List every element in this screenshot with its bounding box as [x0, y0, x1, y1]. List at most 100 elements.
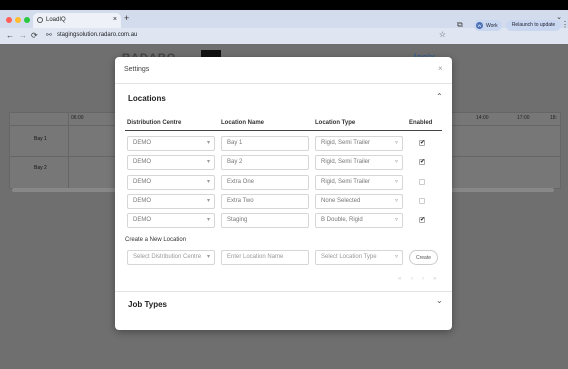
relaunch-button[interactable]: Relaunch to update — [506, 20, 561, 31]
location-name-input[interactable]: Bay 1 — [221, 136, 309, 151]
dropdown-arrow-icon: ▿ — [394, 254, 398, 260]
dropdown-arrow-icon: ▾ — [206, 254, 210, 260]
reload-button[interactable]: ⟳ — [31, 31, 38, 40]
minimize-window-button[interactable] — [15, 17, 21, 23]
select-placeholder: Select Distribution Centre — [133, 254, 202, 260]
dropdown-arrow-icon: ▾ — [206, 159, 210, 165]
back-button[interactable]: ← — [6, 31, 14, 40]
browser-tab[interactable]: LoadIQ × — [33, 13, 121, 28]
dropdown-arrow-icon: ▾ — [206, 179, 210, 185]
time-label: 18: — [550, 115, 557, 121]
next-page-icon[interactable]: › — [422, 276, 424, 282]
enabled-checkbox[interactable] — [419, 179, 425, 185]
profile-avatar: W — [476, 22, 483, 29]
bookmark-star-icon[interactable]: ☆ — [439, 30, 446, 39]
close-tab-icon[interactable]: × — [113, 16, 117, 23]
location-type-select[interactable]: Rigid, Semi Trailer ▿ — [315, 155, 403, 170]
location-type-select[interactable]: Rigid, Semi Trailer ▿ — [315, 175, 403, 190]
settings-modal: Settings × Locations ⌃ Distribution Cent… — [115, 57, 452, 330]
locations-section-title[interactable]: Locations — [128, 94, 166, 103]
divider — [115, 83, 452, 84]
favicon-icon — [37, 17, 43, 23]
new-location-type-select[interactable]: Select Location Type ▿ — [315, 250, 403, 265]
site-info-icon[interactable]: ⚯ — [46, 31, 52, 39]
first-page-icon[interactable]: « — [398, 276, 401, 282]
input-value: Bay 1 — [227, 140, 243, 146]
create-location-label: Create a New Location — [125, 237, 187, 243]
input-value: Extra Two — [227, 198, 254, 204]
dropdown-arrow-icon: ▾ — [206, 217, 210, 223]
dropdown-arrow-icon: ▿ — [394, 198, 398, 204]
select-value: DEMO — [133, 159, 151, 165]
expand-job-types-icon[interactable]: ⌄ — [436, 296, 443, 305]
enabled-checkbox[interactable]: ✔ — [419, 159, 425, 165]
dropdown-arrow-icon: ▿ — [394, 140, 398, 146]
distribution-centre-select[interactable]: DEMO ▾ — [127, 194, 215, 209]
enabled-checkbox[interactable]: ✔ — [419, 140, 425, 146]
time-label: 06:00 — [71, 115, 84, 121]
collapse-locations-icon[interactable]: ⌃ — [436, 92, 443, 101]
previous-page-icon[interactable]: ‹ — [411, 276, 413, 282]
new-distribution-centre-select[interactable]: Select Distribution Centre ▾ — [127, 250, 215, 265]
location-type-select[interactable]: B Double, Rigid ▿ — [315, 213, 403, 228]
input-value: Staging — [227, 217, 248, 223]
browser-menu-icon[interactable]: ⋮ — [561, 20, 568, 29]
maximize-window-button[interactable] — [24, 17, 30, 23]
dropdown-arrow-icon: ▿ — [394, 159, 398, 165]
select-value: B Double, Rigid — [321, 217, 363, 223]
dropdown-arrow-icon: ▿ — [394, 179, 398, 185]
distribution-centre-select[interactable]: DEMO ▾ — [127, 213, 215, 228]
distribution-centre-select[interactable]: DEMO ▾ — [127, 136, 215, 151]
grid-column-line — [68, 113, 69, 188]
dropdown-arrow-icon: ▾ — [206, 140, 210, 146]
enabled-checkbox[interactable]: ✔ — [419, 217, 425, 223]
input-value: Extra One — [227, 179, 255, 185]
url-text[interactable]: stagingsolution.radaro.com.au — [57, 32, 137, 38]
distribution-centre-select[interactable]: DEMO ▾ — [127, 175, 215, 190]
create-location-button[interactable]: Create — [409, 250, 438, 265]
divider — [115, 291, 452, 292]
new-tab-button[interactable]: + — [124, 13, 129, 23]
select-value: DEMO — [133, 179, 151, 185]
time-label: 14:00 — [476, 115, 489, 121]
select-value: DEMO — [133, 198, 151, 204]
select-value: None Selected — [321, 198, 361, 204]
column-header: Location Type — [315, 120, 356, 126]
column-header: Distribution Centre — [127, 120, 182, 126]
location-name-input[interactable]: Bay 2 — [221, 155, 309, 170]
dropdown-arrow-icon: ▾ — [206, 198, 210, 204]
extensions-icon[interactable]: ⧉ — [457, 20, 463, 30]
input-placeholder: Enter Location Name — [227, 254, 284, 260]
enabled-checkbox[interactable] — [419, 198, 425, 204]
column-header: Location Name — [221, 120, 265, 126]
bay-row-label: Bay 1 — [34, 136, 47, 142]
header-underline — [125, 130, 442, 131]
time-label: 17:00 — [517, 115, 530, 121]
select-value: Rigid, Semi Trailer — [321, 140, 371, 146]
modal-title: Settings — [124, 66, 150, 73]
location-type-select[interactable]: Rigid, Semi Trailer ▿ — [315, 136, 403, 151]
location-name-input[interactable]: Extra One — [221, 175, 309, 190]
location-name-input[interactable]: Extra Two — [221, 194, 309, 209]
column-header: Enabled — [409, 120, 433, 126]
select-value: DEMO — [133, 217, 151, 223]
tab-title: LoadIQ — [46, 17, 66, 23]
select-value: Rigid, Semi Trailer — [321, 159, 371, 165]
new-location-name-input[interactable]: Enter Location Name — [221, 250, 309, 265]
profile-label: Work — [486, 23, 498, 29]
close-window-button[interactable] — [6, 17, 12, 23]
dropdown-arrow-icon: ▿ — [394, 217, 398, 223]
forward-button[interactable]: → — [19, 31, 27, 40]
distribution-centre-select[interactable]: DEMO ▾ — [127, 155, 215, 170]
location-name-input[interactable]: Staging — [221, 213, 309, 228]
bay-row-label: Bay 2 — [34, 165, 47, 171]
job-types-section-title[interactable]: Job Types — [128, 300, 167, 309]
address-bar[interactable]: ⚯ stagingsolution.radaro.com.au ☆ — [42, 30, 450, 42]
select-value: Rigid, Semi Trailer — [321, 179, 371, 185]
last-page-icon[interactable]: » — [433, 276, 436, 282]
select-value: DEMO — [133, 140, 151, 146]
close-modal-icon[interactable]: × — [438, 64, 443, 73]
location-type-select[interactable]: None Selected ▿ — [315, 194, 403, 209]
input-value: Bay 2 — [227, 159, 243, 165]
profile-button[interactable]: W Work — [474, 20, 502, 31]
